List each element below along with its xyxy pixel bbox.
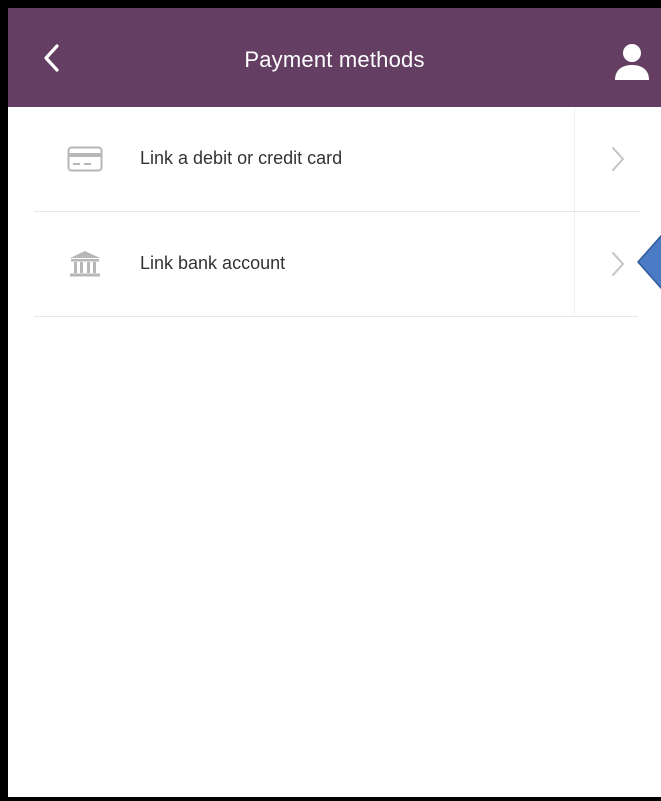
bank-icon (70, 251, 100, 277)
chevron-right-icon (612, 147, 624, 171)
app-frame: Payment methods Link a debit or credit c… (0, 0, 661, 801)
bank-icon-wrap (66, 248, 104, 280)
profile-button[interactable] (609, 38, 655, 84)
link-card-chevron[interactable] (606, 145, 630, 173)
header-bar: Payment methods (8, 8, 661, 107)
person-icon (615, 44, 649, 80)
link-bank-chevron[interactable] (606, 250, 630, 278)
link-bank-label: Link bank account (140, 253, 286, 273)
credit-card-icon (67, 146, 103, 172)
callout-pointer-icon (636, 234, 661, 290)
row-separator (574, 212, 575, 317)
row-separator (574, 107, 575, 212)
link-card-label: Link a debit or credit card (140, 148, 343, 168)
card-icon-wrap (66, 143, 104, 175)
back-button[interactable] (32, 38, 72, 78)
link-card-row[interactable]: Link a debit or credit card (8, 107, 661, 212)
chevron-left-icon (44, 44, 59, 72)
page-title: Payment methods (244, 47, 425, 72)
chevron-right-icon (612, 252, 624, 276)
payment-methods-list: Link a debit or credit card Link bank ac… (8, 107, 661, 317)
row-divider (34, 316, 638, 317)
link-bank-row[interactable]: Link bank account (8, 212, 661, 317)
